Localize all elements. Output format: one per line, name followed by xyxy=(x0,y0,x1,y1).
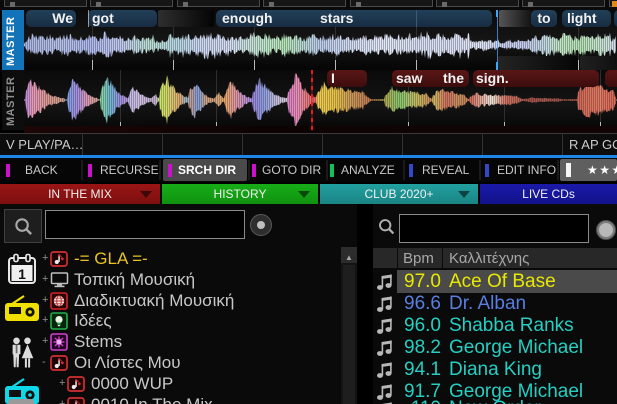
svg-text:1: 1 xyxy=(18,266,26,282)
